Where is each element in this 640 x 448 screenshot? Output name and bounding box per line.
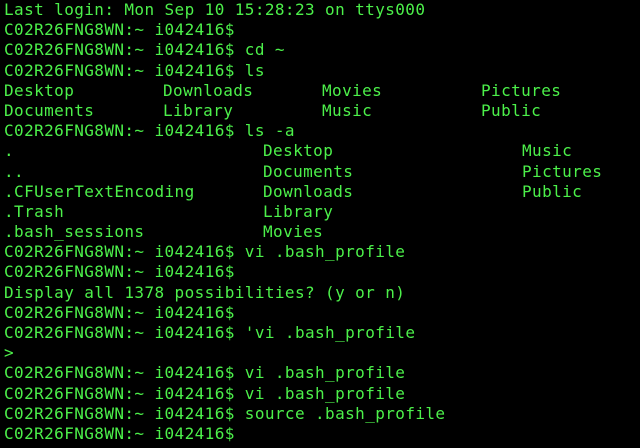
shell-prompt: C02R26FNG8WN:~ i042416$ (4, 302, 235, 322)
ls-entry: .. (4, 161, 25, 181)
ls-output-row: .bash_sessions Movies (4, 222, 640, 242)
ls-entry: Pictures (481, 80, 562, 100)
shell-prompt: C02R26FNG8WN:~ i042416$ (4, 383, 235, 403)
shell-prompt: C02R26FNG8WN:~ i042416$ (4, 40, 235, 60)
ls-entry: Desktop (263, 141, 334, 161)
shell-prompt: C02R26FNG8WN:~ i042416$ (4, 262, 235, 282)
ls-entry: Public (481, 100, 542, 120)
shell-command: source .bash_profile (234, 403, 446, 423)
prompt-line: C02R26FNG8WN:~ i042416$ ls (4, 61, 640, 81)
shell-prompt: C02R26FNG8WN:~ i042416$ (4, 60, 235, 80)
ls-output-row: Desktop Downloads Movies Pictures (4, 81, 640, 101)
ls-entry: Library (163, 100, 234, 120)
ls-output-row: .CFUserTextEncoding Downloads Public (4, 182, 640, 202)
ls-entry: .bash_sessions (4, 222, 145, 242)
ls-entry: Library (263, 201, 334, 221)
output-line: > (4, 343, 15, 363)
prompt-line: C02R26FNG8WN:~ i042416$ 'vi .bash_profil… (4, 323, 640, 343)
shell-command: vi .bash_profile (234, 383, 406, 403)
ls-output-row: . Desktop Music (4, 141, 640, 161)
ls-output-row: Documents Library Music Public (4, 101, 640, 121)
ls-entry: Music (522, 141, 573, 161)
prompt-line: C02R26FNG8WN:~ i042416$ vi .bash_profile (4, 242, 640, 262)
output-line: Display all 1378 possibilities? (y or n) (4, 282, 406, 302)
ls-entry: Desktop (4, 80, 75, 100)
shell-command: 'vi .bash_profile (234, 323, 416, 342)
ls-entry: Downloads (163, 80, 254, 100)
prompt-line: C02R26FNG8WN:~ i042416$ (4, 20, 640, 40)
terminal-output: C02R26FNG8WN:~ i042416$ C02R26FNG8WN:~ i0… (4, 20, 640, 444)
prompt-line: C02R26FNG8WN:~ i042416$ source .bash_pro… (4, 404, 640, 424)
shell-prompt: C02R26FNG8WN:~ i042416$ (4, 323, 235, 342)
prompt-line: C02R26FNG8WN:~ i042416$ vi .bash_profile (4, 384, 640, 404)
shell-command: cd ~ (234, 40, 285, 60)
ls-entry: Music (322, 100, 373, 120)
ls-entry: Documents (4, 100, 95, 120)
shell-prompt: C02R26FNG8WN:~ i042416$ (4, 363, 235, 383)
shell-command: vi .bash_profile (234, 242, 406, 262)
ls-entry: Movies (322, 80, 383, 100)
ls-entry: Documents (263, 161, 354, 181)
ls-entry: . (4, 141, 15, 161)
prompt-line: C02R26FNG8WN:~ i042416$ (4, 303, 640, 323)
shell-command: vi .bash_profile (234, 363, 406, 383)
shell-prompt: C02R26FNG8WN:~ i042416$ (4, 121, 235, 141)
ls-entry: Pictures (522, 161, 603, 181)
prompt-line: C02R26FNG8WN:~ i042416$ ls -a (4, 121, 640, 141)
shell-command: ls -a (234, 121, 295, 141)
last-login-line: Last login: Mon Sep 10 15:28:23 on ttys0… (4, 0, 426, 19)
shell-prompt: C02R26FNG8WN:~ i042416$ (4, 242, 235, 262)
shell-prompt: C02R26FNG8WN:~ i042416$ (4, 403, 235, 423)
prompt-line: C02R26FNG8WN:~ i042416$ cd ~ (4, 40, 640, 60)
ls-entry: Downloads (263, 181, 354, 201)
ls-entry: .CFUserTextEncoding (4, 181, 195, 201)
ls-output-row: .Trash Library (4, 202, 640, 222)
ls-entry: .Trash (4, 201, 65, 221)
ls-entry: Public (522, 181, 583, 201)
ls-entry: Movies (263, 222, 324, 242)
shell-command: ls (234, 60, 265, 80)
shell-prompt: C02R26FNG8WN:~ i042416$ (4, 20, 235, 40)
ls-output-row: .. Documents Pictures (4, 162, 640, 182)
prompt-line: C02R26FNG8WN:~ i042416$ (4, 424, 640, 444)
shell-prompt: C02R26FNG8WN:~ i042416$ (4, 423, 235, 443)
terminal-window[interactable]: Last login: Mon Sep 10 15:28:23 on ttys0… (0, 0, 640, 448)
prompt-line: C02R26FNG8WN:~ i042416$ vi .bash_profile (4, 363, 640, 383)
prompt-line: C02R26FNG8WN:~ i042416$ (4, 262, 640, 282)
